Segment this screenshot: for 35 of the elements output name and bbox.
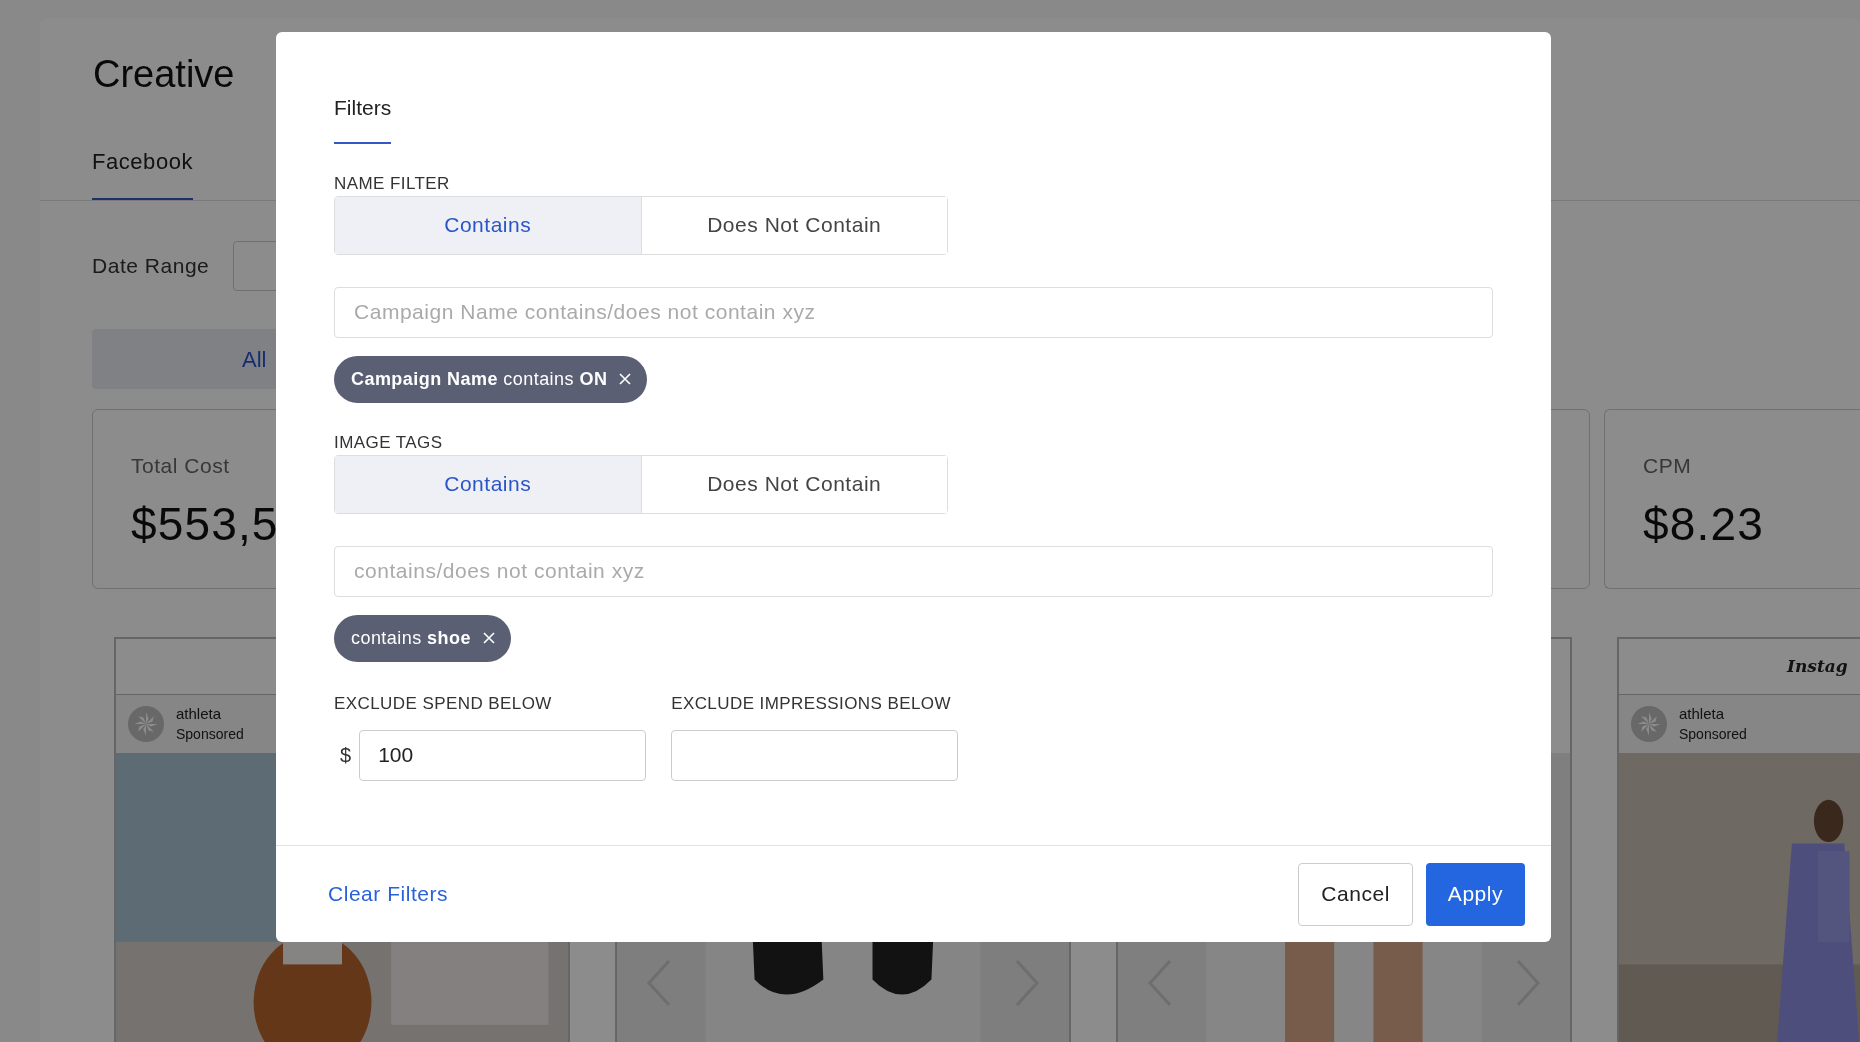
sponsored-label: Sponsored [1679, 725, 1747, 744]
brand-logo-icon [128, 706, 164, 742]
threshold-input[interactable]: 100 [359, 729, 647, 781]
stat-value: $553,5 [131, 496, 279, 552]
sponsored-label: Sponsored [176, 725, 244, 744]
stat-value: $8.23 [1643, 496, 1764, 552]
filter-mode-option[interactable]: Does Not Contain [640, 196, 947, 254]
field-label: EXCLUDE SPEND BELOW [334, 692, 553, 715]
account-name: athleta [176, 704, 223, 724]
page-title: Creative [92, 52, 236, 97]
filter-mode-option[interactable]: Does Not Contain [640, 455, 947, 513]
filter-mode-option[interactable]: Contains [335, 196, 641, 254]
filter-input[interactable]: contains/does not contain xyz [334, 545, 1493, 597]
filter-input[interactable]: Campaign Name contains/does not contain xyz [334, 286, 1493, 338]
field-label: EXCLUDE IMPRESSIONS BELOW [671, 692, 952, 715]
chip-text: contains shoe [351, 626, 471, 650]
clear-filters-link[interactable]: Clear Filters [328, 878, 448, 910]
platform-tab[interactable]: Facebook [92, 145, 193, 200]
chip-text: Campaign Name contains ON [351, 367, 608, 391]
filter-mode-option[interactable]: Contains [335, 455, 641, 513]
brand-logo-icon [1631, 706, 1667, 742]
section-label: IMAGE TAGS [334, 431, 444, 454]
filters-tab[interactable]: Filters [334, 92, 392, 144]
remove-icon[interactable] [619, 373, 632, 385]
remove-icon[interactable] [482, 632, 495, 644]
section-label: NAME FILTER [334, 172, 451, 195]
apply-button[interactable]: Apply [1425, 862, 1525, 926]
threshold-input[interactable] [671, 729, 959, 781]
stat-label: CPM [1643, 453, 1692, 479]
date-range-label: Date Range [92, 253, 210, 280]
currency-symbol: $ [339, 742, 352, 768]
cancel-button[interactable]: Cancel [1298, 862, 1413, 926]
account-name: athleta [1679, 704, 1726, 724]
platform-logo: Instag [1787, 654, 1848, 678]
stat-label: Total Cost [131, 453, 230, 479]
